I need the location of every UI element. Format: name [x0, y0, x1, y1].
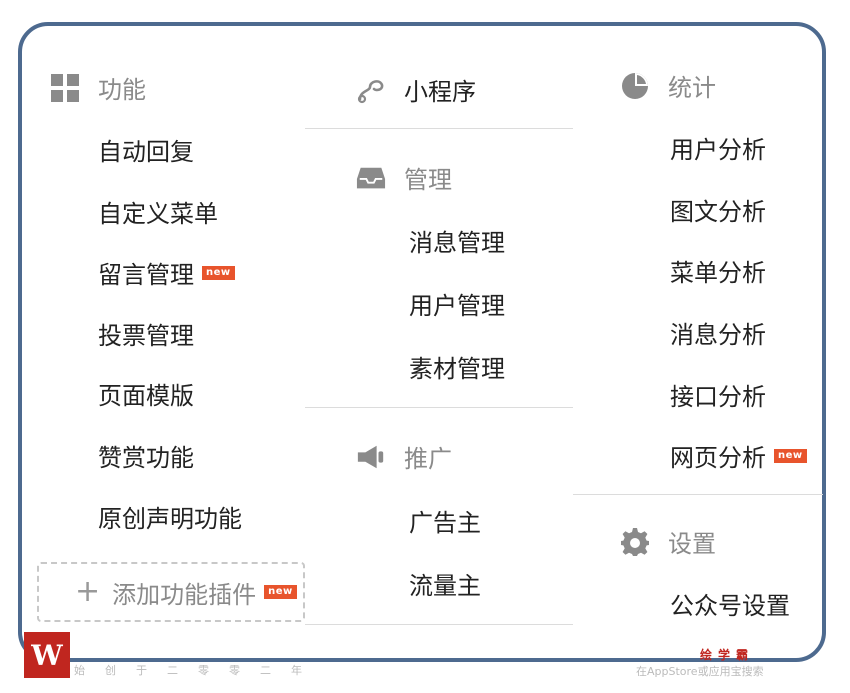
menu-item-label: 赞赏功能	[98, 444, 194, 472]
menu-item-label: 图文分析	[670, 198, 766, 226]
inbox-icon	[356, 163, 386, 193]
menu-item-label: 菜单分析	[670, 259, 766, 287]
watermark-right-text: 在AppStore或应用宝搜索	[636, 665, 764, 678]
menu-item-voting[interactable]: 投票管理	[98, 316, 194, 351]
divider	[305, 407, 573, 408]
menu-item-auto-reply[interactable]: 自动回复	[98, 132, 194, 167]
menu-item-label: 原创声明功能	[98, 505, 242, 533]
pie-chart-icon	[620, 71, 650, 101]
menu-item-label: 留言管理	[98, 261, 194, 289]
section-manage: 管理	[356, 160, 452, 195]
menu-item-publisher[interactable]: 流量主	[409, 566, 481, 601]
menu-item-article-analysis[interactable]: 图文分析	[670, 192, 766, 227]
menu-item-page-template[interactable]: 页面模版	[98, 376, 194, 411]
menu-item-custom-menu[interactable]: 自定义菜单	[98, 194, 218, 229]
watermark-logo: W	[24, 632, 70, 678]
gear-icon	[620, 527, 650, 557]
menu-item-materials[interactable]: 素材管理	[409, 349, 505, 384]
menu-item-label: 页面模版	[98, 382, 194, 410]
divider	[305, 624, 573, 625]
section-stats: 统计	[620, 68, 716, 103]
section-stats-label: 统计	[668, 74, 716, 102]
menu-item-original-declaration[interactable]: 原创声明功能	[98, 499, 242, 534]
menu-item-label: 公众号设置	[670, 592, 790, 620]
new-badge: new	[774, 448, 807, 463]
add-plugin-label: 添加功能插件	[112, 580, 257, 609]
menu-item-label: 自定义菜单	[98, 200, 218, 228]
menu-item-users[interactable]: 用户管理	[409, 286, 505, 321]
menu-item-label: 网页分析	[670, 444, 766, 472]
menu-item-label: 消息分析	[670, 321, 766, 349]
menu-item-label: 消息管理	[409, 229, 505, 257]
plus-icon: +	[75, 574, 101, 609]
section-miniprogram-label: 小程序	[404, 78, 476, 106]
section-features: 功能	[50, 70, 146, 105]
menu-item-user-analysis[interactable]: 用户分析	[670, 130, 766, 165]
new-badge: new	[264, 585, 297, 599]
menu-item-label: 接口分析	[670, 383, 766, 411]
section-settings-label: 设置	[668, 530, 716, 558]
menu-item-label: 素材管理	[409, 355, 505, 383]
menu-item-label: 流量主	[409, 572, 481, 600]
menu-item-comments[interactable]: 留言管理 new	[98, 255, 235, 290]
menu-item-label: 投票管理	[98, 322, 194, 350]
watermark-left-text: 始创于二零零二年	[74, 664, 322, 677]
grid-icon	[50, 73, 80, 103]
section-miniprogram[interactable]: 小程序	[356, 72, 476, 107]
menu-item-reward[interactable]: 赞赏功能	[98, 438, 194, 473]
watermark-brand: 绘学霸	[700, 648, 755, 662]
menu-item-messages[interactable]: 消息管理	[409, 223, 505, 258]
menu-item-api-analysis[interactable]: 接口分析	[670, 377, 766, 412]
menu-item-webpage-analysis[interactable]: 网页分析 new	[670, 438, 807, 473]
menu-item-label: 用户分析	[670, 136, 766, 164]
divider	[305, 128, 573, 129]
miniprogram-icon	[356, 75, 386, 105]
menu-item-account-settings[interactable]: 公众号设置	[670, 586, 790, 621]
menu-item-message-analysis[interactable]: 消息分析	[670, 315, 766, 350]
menu-item-advertiser[interactable]: 广告主	[409, 503, 481, 538]
menu-item-label: 用户管理	[409, 292, 505, 320]
menu-item-label: 广告主	[409, 509, 481, 537]
add-plugin-button[interactable]: + 添加功能插件 new	[37, 562, 305, 622]
section-promote-label: 推广	[404, 445, 452, 473]
new-badge: new	[202, 265, 235, 280]
megaphone-icon	[356, 442, 386, 472]
section-features-label: 功能	[98, 76, 146, 104]
section-settings: 设置	[620, 524, 716, 559]
divider	[573, 494, 823, 495]
menu-item-label: 自动回复	[98, 138, 194, 166]
section-promote: 推广	[356, 439, 452, 474]
menu-item-menu-analysis[interactable]: 菜单分析	[670, 253, 766, 288]
section-manage-label: 管理	[404, 166, 452, 194]
